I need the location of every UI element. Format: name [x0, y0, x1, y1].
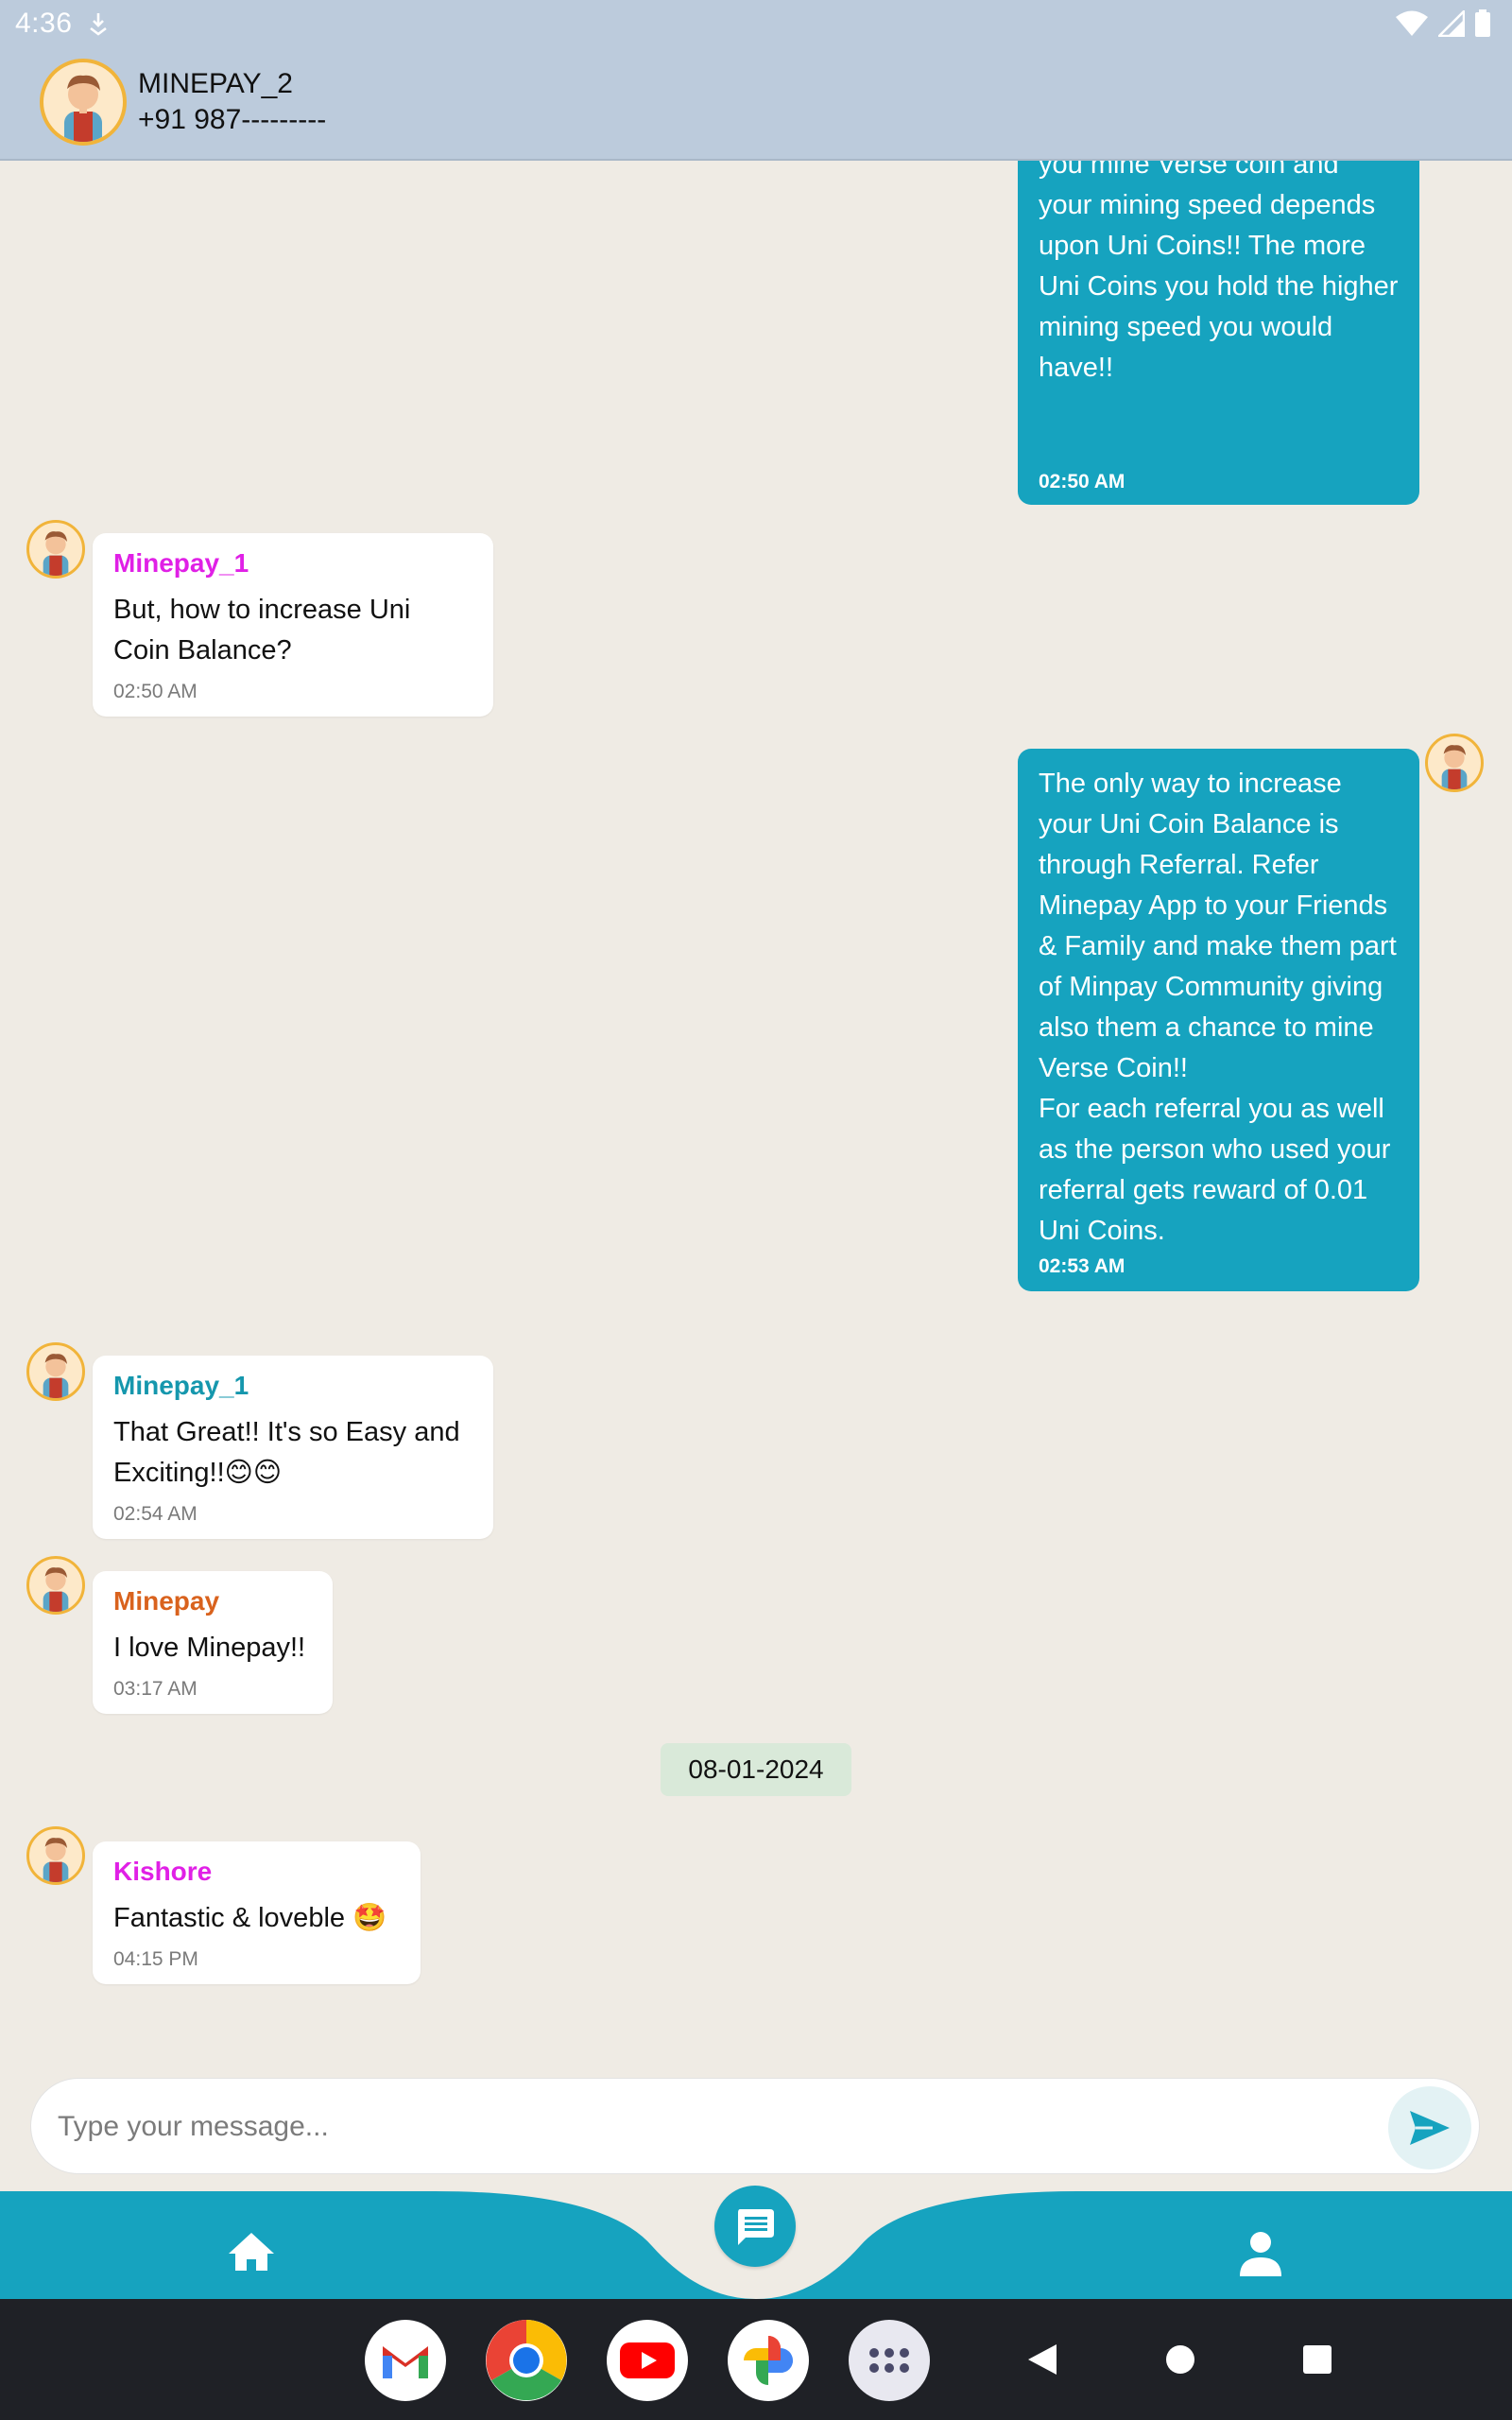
sender-avatar — [26, 1826, 85, 1885]
message-bubble-incoming[interactable]: Minepay_1 But, how to increase Uni Coin … — [93, 533, 493, 717]
back-icon[interactable] — [1026, 2342, 1058, 2377]
message-text: But, how to increase Uni Coin Balance? — [113, 595, 419, 666]
chrome-logo — [486, 2320, 567, 2401]
youtube-icon[interactable] — [607, 2320, 688, 2401]
message-time: 04:15 PM — [113, 1948, 198, 1970]
message-time: 02:54 AM — [113, 1503, 198, 1525]
sender-avatar — [1425, 734, 1484, 792]
download-status-icon — [90, 13, 107, 36]
photos-logo — [744, 2336, 793, 2385]
sender-name: Minepay_1 — [113, 1371, 249, 1400]
message-time: 03:17 AM — [113, 1678, 198, 1700]
sender-avatar — [26, 1342, 85, 1401]
battery-icon — [1475, 9, 1490, 37]
message-text: Fantastic & loveble 🤩 — [113, 1903, 387, 1933]
message-bubble-incoming[interactable]: Kishore Fantastic & loveble 🤩 04:15 PM — [93, 1841, 421, 1984]
contact-name: MINEPAY_2 — [138, 68, 293, 99]
wifi-icon — [1396, 10, 1428, 36]
top-bar: 4:36 MINEPAY_2 +91 987--------- — [0, 0, 1512, 161]
sender-avatar — [26, 520, 85, 579]
message-text: That Great!! It's so Easy and Exciting!!… — [113, 1417, 468, 1488]
avatar[interactable] — [40, 59, 127, 146]
status-icons — [1395, 9, 1491, 38]
chrome-icon[interactable] — [486, 2320, 567, 2401]
message-bubble-incoming[interactable]: Minepay_1 That Great!! It's so Easy and … — [93, 1356, 493, 1539]
avatar-illustration — [43, 1567, 69, 1612]
app-drawer-icon[interactable] — [849, 2320, 930, 2401]
youtube-logo — [620, 2342, 675, 2378]
chat-area[interactable]: The Process is very simple you mine Vers… — [0, 161, 1512, 2080]
message-bubble-outgoing[interactable]: The only way to increase your Uni Coin B… — [1018, 749, 1419, 1291]
sender-name: Minepay — [113, 1586, 220, 1616]
home-icon[interactable] — [227, 2231, 276, 2273]
home-circle-icon[interactable] — [1164, 2343, 1196, 2376]
avatar-illustration — [43, 1838, 69, 1882]
message-text: The Process is very simple you mine Vers… — [1039, 161, 1399, 383]
bottom-navigation — [0, 2186, 1512, 2299]
send-button[interactable] — [1388, 2086, 1471, 2169]
avatar-illustration — [43, 1354, 69, 1398]
message-composer — [30, 2078, 1480, 2174]
photos-icon[interactable] — [728, 2320, 809, 2401]
person-icon[interactable] — [1236, 2229, 1285, 2278]
chat-nav-button[interactable] — [714, 2186, 796, 2267]
message-text: The only way to increase your Uni Coin B… — [1039, 769, 1397, 1246]
gmail-logo — [383, 2346, 428, 2378]
sender-name: Kishore — [113, 1857, 213, 1886]
message-time: 02:50 AM — [113, 681, 198, 702]
avatar-illustration — [64, 75, 102, 142]
chat-icon — [738, 2209, 774, 2245]
system-navigation-bar — [0, 2299, 1512, 2420]
contact-phone: +91 987--------- — [138, 104, 327, 135]
message-time: 02:50 AM — [1039, 471, 1125, 493]
signal-icon — [1438, 10, 1465, 37]
avatar-illustration — [43, 531, 69, 576]
avatar-illustration — [1441, 745, 1468, 789]
message-input[interactable] — [58, 2100, 1362, 2154]
dots-grid — [869, 2348, 909, 2373]
recents-icon[interactable] — [1302, 2344, 1332, 2375]
message-bubble-outgoing[interactable]: The Process is very simple you mine Vers… — [1018, 161, 1419, 505]
sender-avatar — [26, 1556, 85, 1615]
message-bubble-incoming[interactable]: Minepay I love Minepay!! 03:17 AM — [93, 1571, 333, 1714]
sender-name: Minepay_1 — [113, 548, 249, 578]
status-time: 4:36 — [15, 8, 73, 39]
message-time: 02:53 AM — [1039, 1255, 1125, 1277]
date-separator: 08-01-2024 — [661, 1743, 851, 1796]
send-icon — [1410, 2111, 1450, 2145]
message-text: I love Minepay!! — [113, 1633, 306, 1663]
gmail-icon[interactable] — [365, 2320, 446, 2401]
